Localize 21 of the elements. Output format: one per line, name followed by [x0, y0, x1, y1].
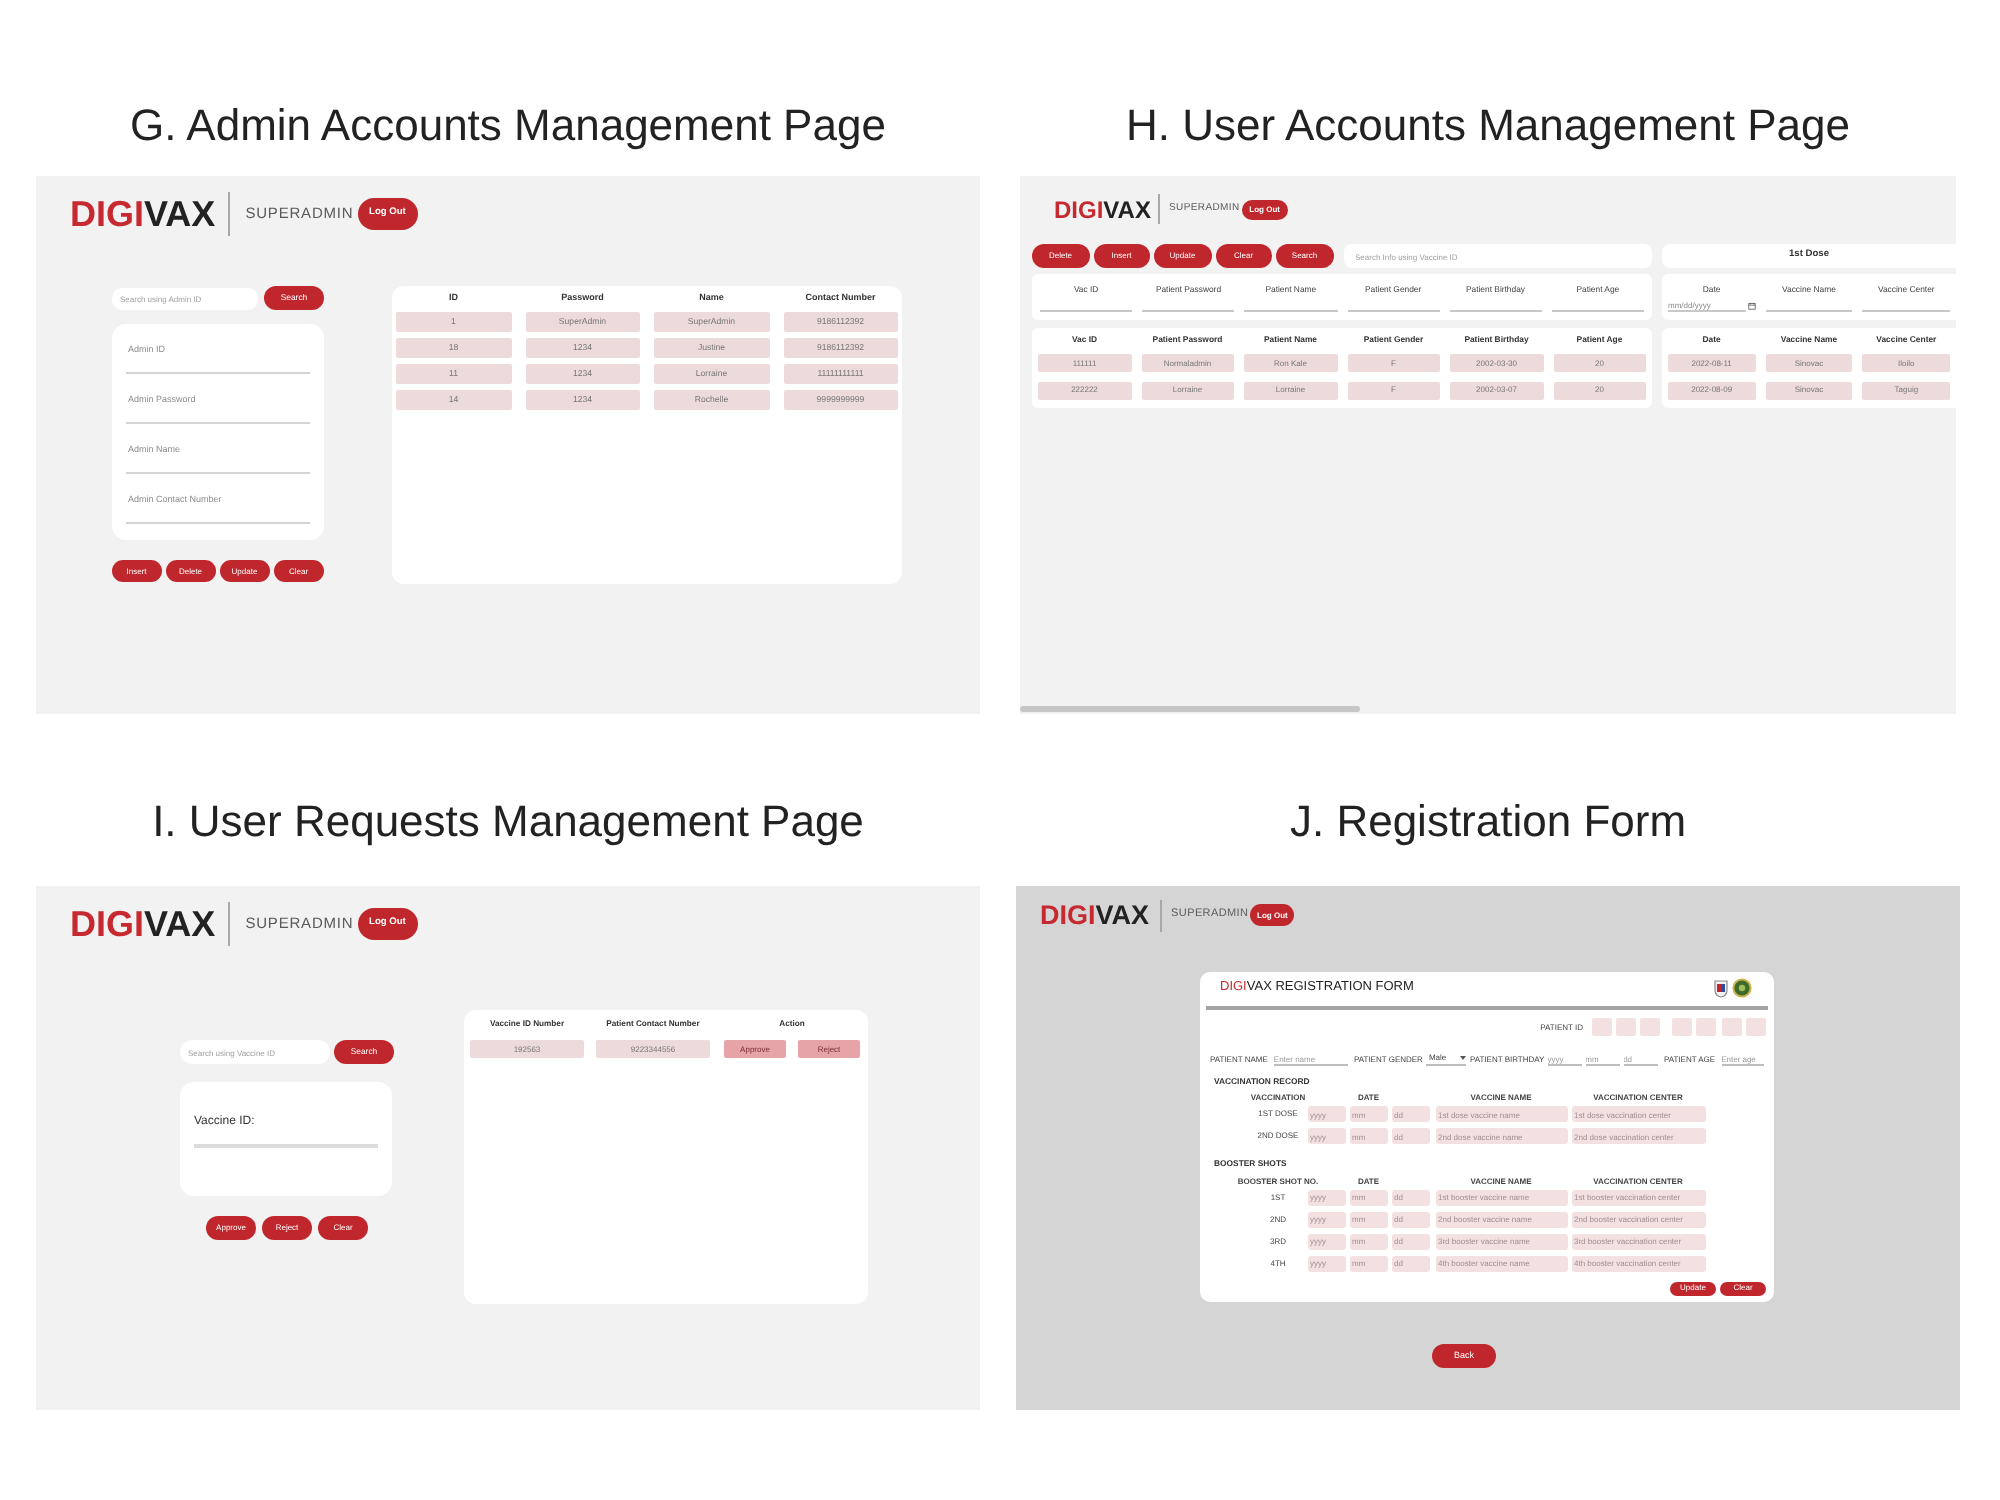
- seal-icon: [1732, 978, 1752, 998]
- logo-wordmark: DIGIVAX: [1054, 197, 1151, 221]
- figure-caption: J. Registration Form: [1289, 796, 1687, 848]
- figure-caption: I. User Requests Management Page: [152, 796, 864, 848]
- logo-wordmark: DIGIVAX: [70, 196, 216, 232]
- calendar-icon[interactable]: [1747, 301, 1756, 309]
- input-field[interactable]: [1672, 1018, 1693, 1036]
- horizontal-scrollbar[interactable]: [1020, 706, 1360, 712]
- input-field[interactable]: [1615, 1018, 1636, 1036]
- input-field[interactable]: [1746, 1018, 1766, 1036]
- logo-wordmark: DIGIVAX: [1040, 901, 1150, 929]
- input-field[interactable]: [1721, 1018, 1742, 1036]
- figure-caption: H. User Accounts Management Page: [1126, 100, 1850, 152]
- input-field[interactable]: [1696, 1018, 1717, 1036]
- input-field[interactable]: [1640, 1018, 1661, 1036]
- input-field[interactable]: [1591, 1018, 1612, 1036]
- figure-caption: G. Admin Accounts Management Page: [130, 100, 886, 152]
- emblem-icon: [1714, 979, 1728, 997]
- logo-wordmark: DIGIVAX: [70, 906, 216, 942]
- input-field[interactable]: [194, 1138, 378, 1148]
- caret-icon: [1460, 1056, 1466, 1060]
